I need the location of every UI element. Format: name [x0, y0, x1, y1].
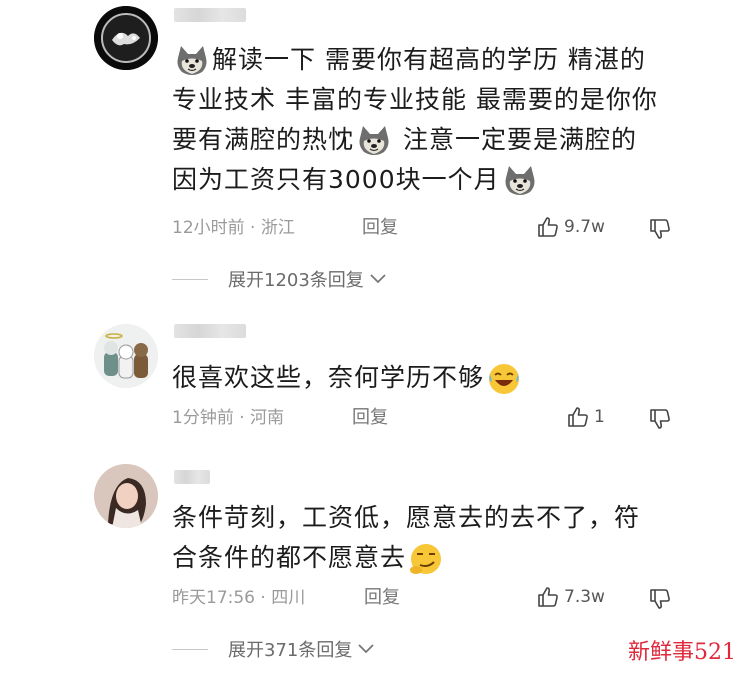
divider — [172, 278, 208, 280]
avatar-image — [94, 6, 158, 70]
expand-replies-label: 展开371条回复 — [228, 640, 353, 661]
watermark: 新鲜事521 — [628, 640, 736, 665]
chevron-down-icon — [370, 274, 386, 284]
laugh-cry-emoji — [489, 364, 520, 394]
like-count: 1 — [594, 407, 605, 427]
expand-replies-label: 展开1203条回复 — [228, 270, 364, 291]
smirk-emoji — [410, 544, 442, 574]
like-button[interactable]: 9.7w — [536, 215, 605, 239]
expand-replies[interactable]: 展开371条回复 — [172, 636, 374, 662]
comment-time-location: 12小时前 · 浙江 — [172, 218, 295, 238]
thumbs-up-icon — [536, 585, 560, 609]
reply-button[interactable]: 回复 — [364, 586, 400, 610]
avatar[interactable] — [94, 6, 158, 70]
thumbs-down-icon[interactable] — [648, 217, 672, 241]
chevron-down-icon — [358, 644, 374, 654]
username-blurred[interactable] — [174, 8, 246, 22]
thumbs-up-icon — [536, 215, 560, 239]
like-button[interactable]: 1 — [566, 405, 605, 429]
reply-button[interactable]: 回复 — [352, 406, 388, 430]
doge-emoji — [356, 124, 392, 158]
expand-replies[interactable]: 展开1203条回复 — [172, 266, 386, 292]
thumbs-down-icon[interactable] — [648, 587, 672, 611]
comment-time-location: 1分钟前 · 河南 — [172, 408, 285, 428]
username-blurred[interactable] — [174, 470, 210, 484]
comment-item: 解读一下 需要你有超高的学历 精湛的 专业技术 丰富的专业技能 最需要的是你你 … — [0, 0, 750, 300]
comment-text: 解读一下 需要你有超高的学历 精湛的 专业技术 丰富的专业技能 最需要的是你你 … — [172, 40, 712, 200]
username-blurred[interactable] — [174, 324, 246, 338]
doge-emoji — [502, 164, 538, 198]
like-button[interactable]: 7.3w — [536, 585, 605, 609]
comment-time-location: 昨天17:56 · 四川 — [172, 588, 306, 608]
comment-text: 很喜欢这些，奈何学历不够 — [172, 358, 712, 398]
doge-emoji — [174, 44, 210, 78]
thumbs-up-icon — [566, 405, 590, 429]
avatar[interactable] — [94, 324, 158, 388]
divider — [172, 648, 208, 650]
avatar[interactable] — [94, 464, 158, 528]
like-count: 9.7w — [564, 217, 605, 237]
comment-text: 条件苛刻，工资低，愿意去的去不了，符 合条件的都不愿意去 — [172, 498, 712, 578]
thumbs-down-icon[interactable] — [648, 407, 672, 431]
avatar-image — [94, 464, 158, 528]
like-count: 7.3w — [564, 587, 605, 607]
comment-item: 很喜欢这些，奈何学历不够 1分钟前 · 河南 回复 1 — [0, 320, 750, 440]
reply-button[interactable]: 回复 — [362, 216, 398, 240]
avatar-image — [94, 324, 158, 388]
